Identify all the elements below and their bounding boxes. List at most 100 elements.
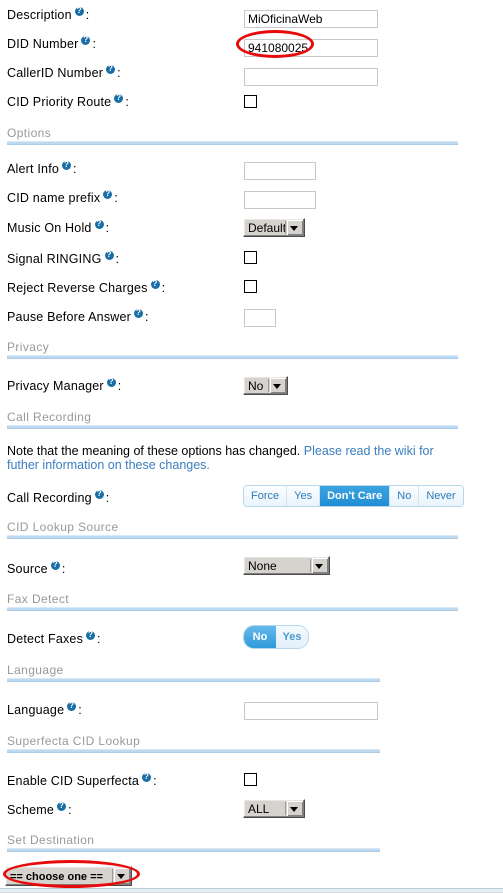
- label-reject-reverse-charges: Reject Reverse Charges:: [7, 279, 166, 295]
- label-pause-before-answer-text: Pause Before Answer: [7, 310, 132, 324]
- label-language: Language:: [7, 701, 82, 717]
- help-icon[interactable]: [104, 250, 114, 260]
- form-row-cid-priority-route: CID Priority Route:: [0, 93, 503, 125]
- chevron-down-icon[interactable]: [114, 868, 130, 884]
- label-cid-priority-route-text: CID Priority Route: [7, 95, 112, 109]
- label-privacy-manager-colon: :: [117, 379, 122, 393]
- chevron-down-icon[interactable]: [287, 801, 303, 816]
- section-divider-cid-lookup-source: [7, 535, 458, 539]
- help-icon[interactable]: [74, 6, 84, 16]
- scheme-select[interactable]: ALL: [243, 799, 305, 818]
- section-header-fax-detect: Fax Detect: [0, 592, 503, 614]
- chevron-down-icon[interactable]: [312, 558, 328, 573]
- description-input[interactable]: [244, 10, 378, 28]
- label-signal-ringing-colon: :: [115, 252, 119, 266]
- pause-before-answer-input[interactable]: [244, 309, 276, 327]
- help-icon[interactable]: [106, 64, 116, 74]
- section-title-language: Language: [7, 663, 64, 677]
- form-row-cid-name-prefix: CID name prefix:: [0, 189, 503, 221]
- help-icon[interactable]: [94, 219, 104, 229]
- label-callerid-number: CallerID Number:: [7, 64, 121, 80]
- help-icon[interactable]: [81, 35, 91, 45]
- section-title-privacy: Privacy: [7, 340, 50, 354]
- select-separator: [310, 559, 311, 572]
- help-icon[interactable]: [62, 160, 72, 170]
- chevron-down-icon[interactable]: [287, 220, 303, 235]
- form-row-reject-reverse-charges: Reject Reverse Charges:: [0, 279, 503, 311]
- help-icon[interactable]: [94, 489, 104, 499]
- call-recording-option-never[interactable]: Never: [419, 486, 463, 506]
- bottom-divider: [0, 888, 503, 893]
- reject-reverse-charges-checkbox[interactable]: [244, 280, 257, 293]
- label-music-on-hold-colon: :: [105, 221, 110, 235]
- select-separator: [285, 802, 286, 815]
- call-recording-option-no[interactable]: No: [390, 486, 420, 506]
- cid-priority-route-checkbox[interactable]: [244, 95, 257, 108]
- label-call-recording-text: Call Recording: [7, 491, 92, 505]
- cid-name-prefix-input[interactable]: [244, 191, 316, 209]
- call-recording-note: Note that the meaning of these options h…: [7, 444, 462, 472]
- select-separator: [268, 379, 269, 392]
- help-icon[interactable]: [106, 377, 116, 387]
- destination-select[interactable]: == choose one ==: [5, 866, 132, 886]
- call-recording-option-don-t-care[interactable]: Don't Care: [320, 486, 391, 506]
- form-row-source: Source: None: [0, 556, 503, 592]
- form-row-call-recording: Call Recording: ForceYesDon't CareNoNeve…: [0, 485, 503, 521]
- label-scheme-colon: :: [68, 803, 72, 817]
- label-callerid-number-colon: :: [117, 66, 121, 80]
- call-recording-option-yes[interactable]: Yes: [287, 486, 321, 506]
- did-number-input[interactable]: [244, 39, 378, 57]
- call-recording-button-group[interactable]: Force Yes Don't Care No Never: [243, 485, 464, 507]
- did-route-settings-form: Description: DID Number: CallerID Number…: [0, 0, 503, 894]
- label-callerid-number-text: CallerID Number: [7, 66, 104, 80]
- section-title-options: Options: [7, 126, 52, 140]
- label-description: Description:: [7, 6, 89, 22]
- section-title-call-recording: Call Recording: [7, 410, 92, 424]
- privacy-manager-select[interactable]: No: [243, 376, 288, 395]
- label-call-recording-colon: :: [105, 491, 110, 505]
- music-on-hold-select[interactable]: Default: [243, 218, 305, 237]
- section-divider-fax-detect: [7, 607, 458, 611]
- help-icon[interactable]: [103, 189, 113, 199]
- form-row-alert-info: Alert Info:: [0, 160, 503, 192]
- signal-ringing-checkbox[interactable]: [244, 251, 257, 264]
- section-title-superfecta: Superfecta CID Lookup: [7, 734, 141, 748]
- music-on-hold-value: Default: [248, 221, 287, 235]
- label-did-number-colon: :: [92, 37, 96, 51]
- help-icon[interactable]: [50, 560, 60, 570]
- label-reject-reverse-charges-colon: :: [161, 281, 166, 295]
- section-header-cid-lookup-source: CID Lookup Source: [0, 520, 503, 542]
- label-music-on-hold: Music On Hold:: [7, 219, 110, 235]
- enable-cid-superfecta-checkbox[interactable]: [244, 773, 257, 786]
- source-select[interactable]: None: [243, 556, 330, 575]
- call-recording-note-text: Note that the meaning of these options h…: [7, 444, 304, 458]
- language-input[interactable]: [244, 702, 378, 720]
- label-pause-before-answer-colon: :: [145, 310, 149, 324]
- label-enable-cid-superfecta-colon: :: [153, 774, 157, 788]
- help-icon[interactable]: [57, 801, 67, 811]
- section-divider-language: [7, 678, 380, 682]
- form-row-language: Language:: [0, 701, 503, 733]
- section-header-language: Language: [0, 663, 503, 685]
- chevron-down-icon[interactable]: [270, 378, 286, 393]
- callerid-number-input[interactable]: [244, 68, 378, 86]
- help-icon[interactable]: [134, 308, 144, 318]
- detect-faxes-option-yes[interactable]: Yes: [276, 626, 308, 648]
- alert-info-input[interactable]: [244, 162, 316, 180]
- label-source: Source:: [7, 560, 65, 576]
- help-icon[interactable]: [114, 93, 124, 103]
- detect-faxes-option-no[interactable]: No: [244, 626, 276, 648]
- help-icon[interactable]: [150, 279, 160, 289]
- label-did-number: DID Number:: [7, 35, 96, 51]
- label-cid-priority-route: CID Priority Route:: [7, 93, 129, 109]
- detect-faxes-toggle[interactable]: No Yes: [243, 625, 309, 649]
- section-divider-superfecta: [7, 749, 380, 753]
- help-icon[interactable]: [86, 630, 96, 640]
- label-source-text: Source: [7, 562, 48, 576]
- help-icon[interactable]: [142, 772, 152, 782]
- label-alert-info-text: Alert Info: [7, 162, 60, 176]
- section-title-fax-detect: Fax Detect: [7, 592, 70, 606]
- form-row-callerid-number: CallerID Number:: [0, 64, 503, 96]
- call-recording-option-force[interactable]: Force: [244, 486, 288, 506]
- help-icon[interactable]: [67, 701, 77, 711]
